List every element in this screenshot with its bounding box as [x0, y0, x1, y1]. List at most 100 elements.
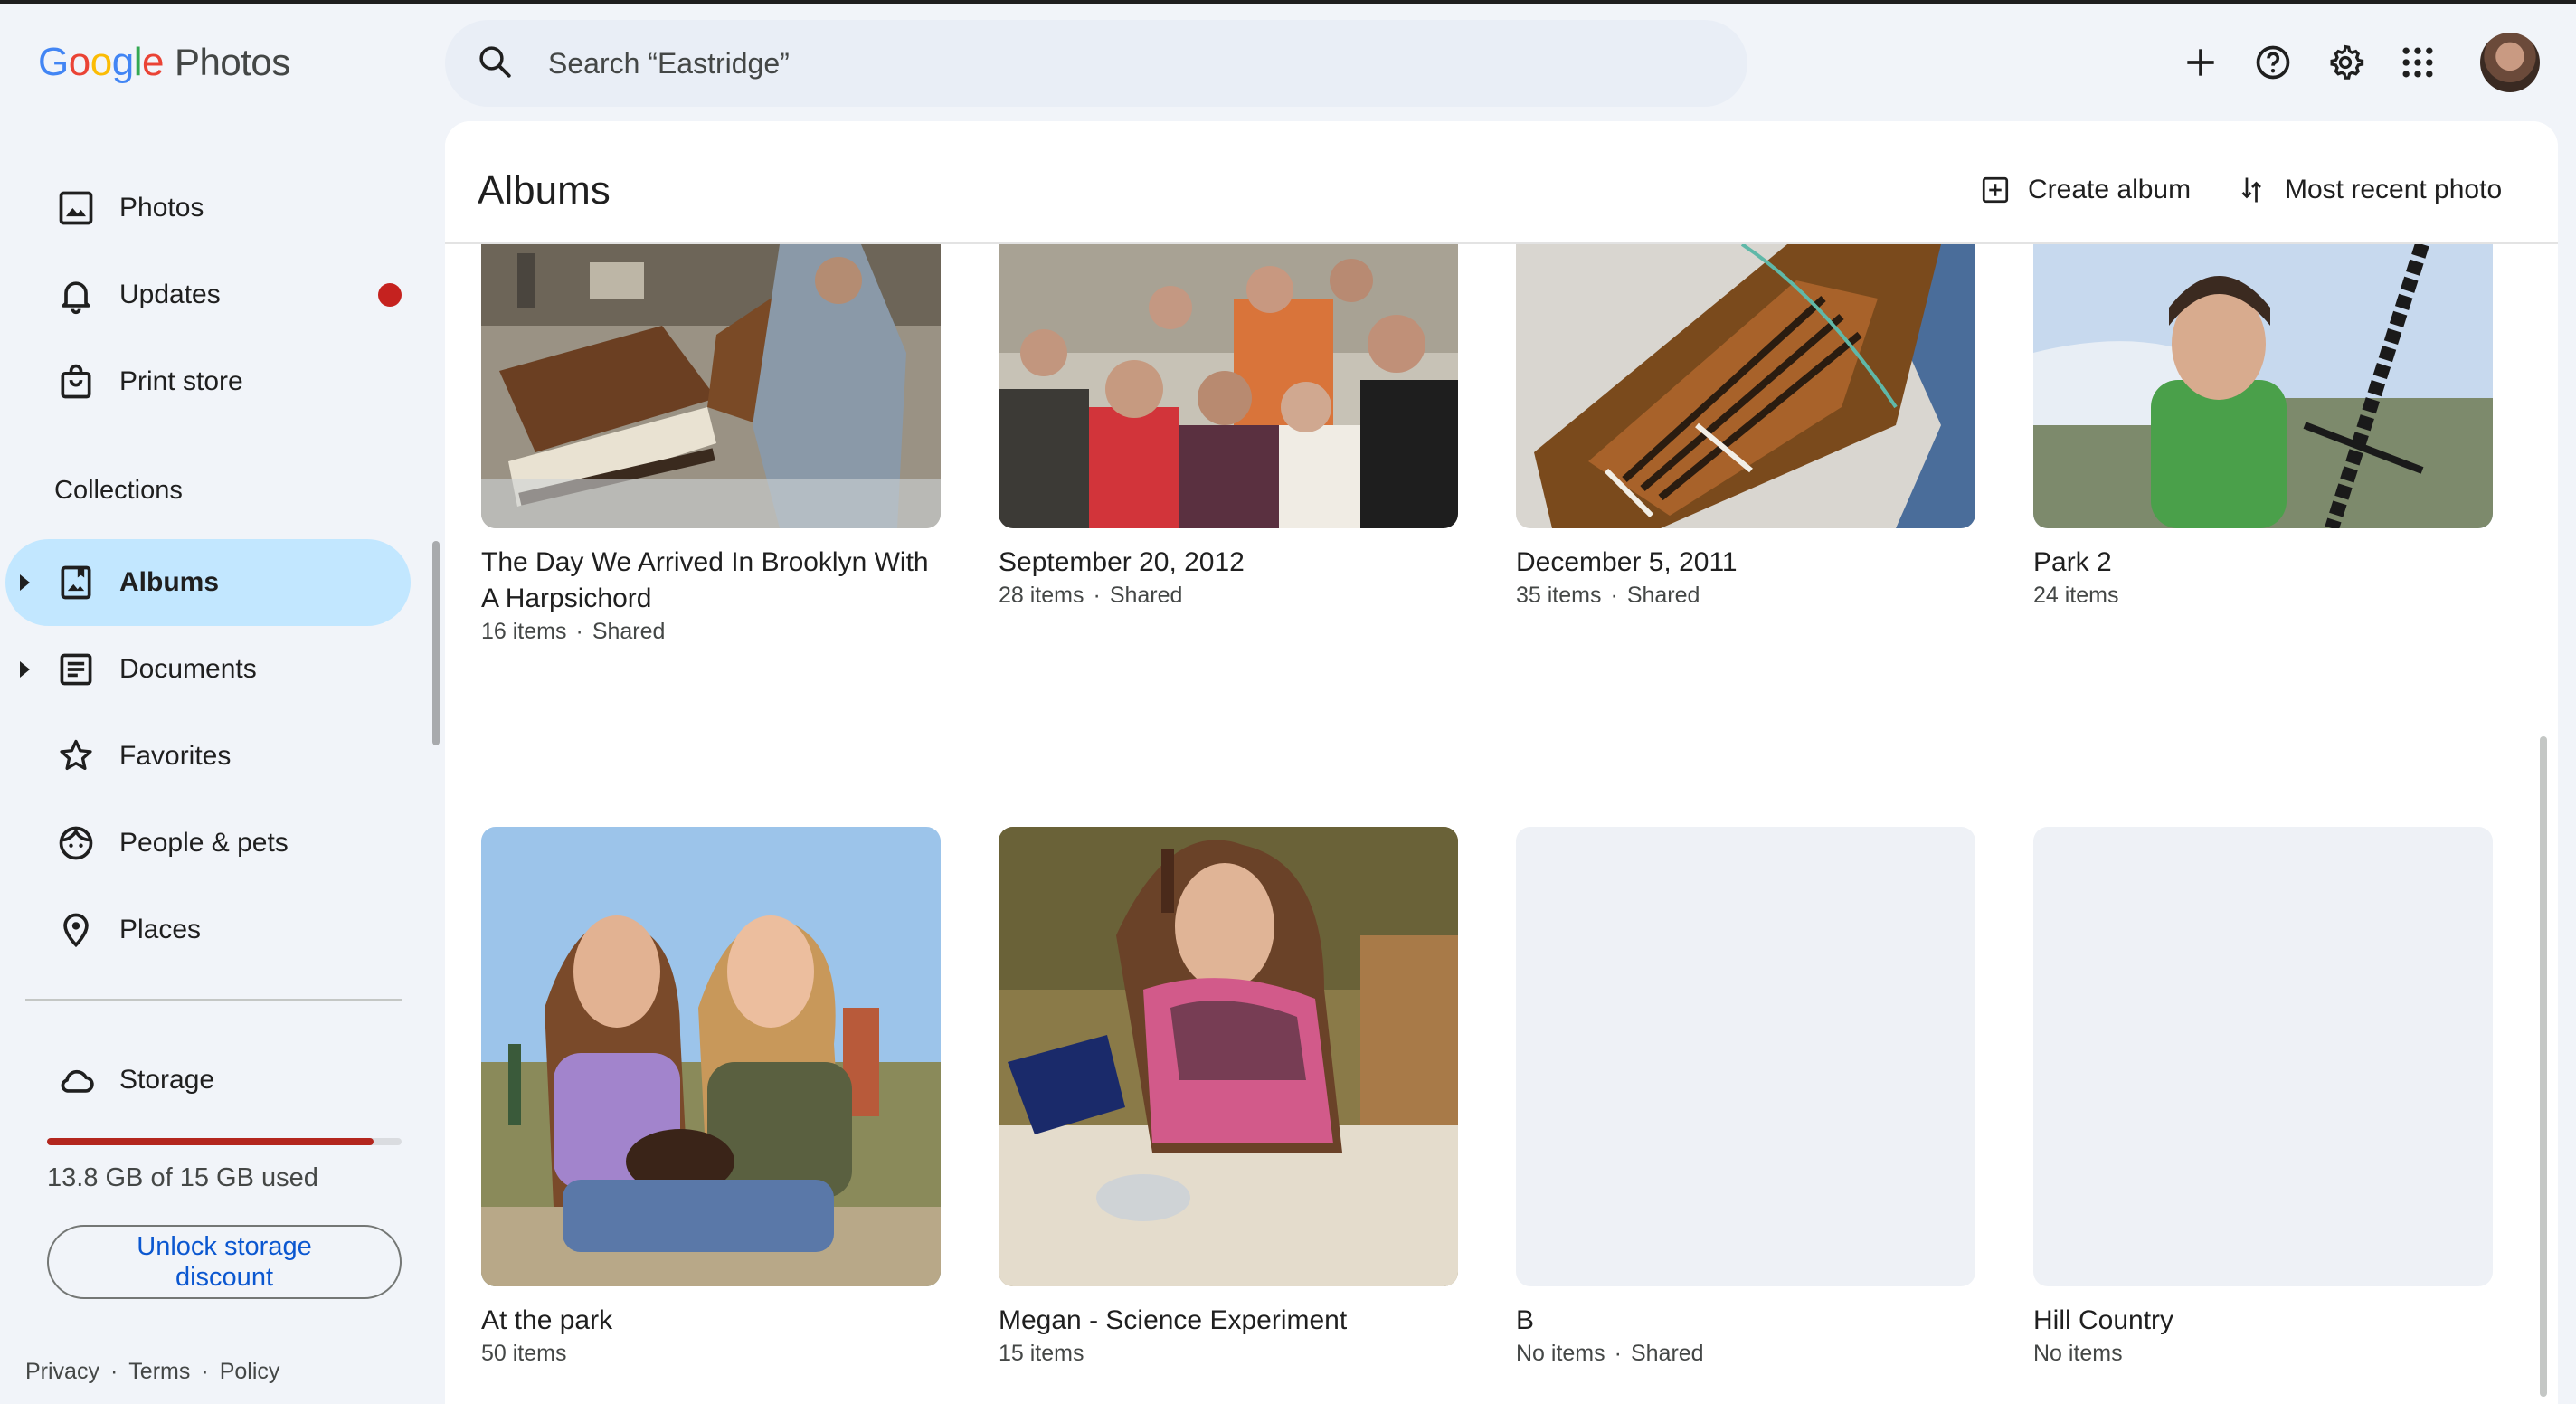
album-thumbnail-empty[interactable]	[1516, 827, 1975, 1286]
album-card[interactable]: December 5, 2011 35 items · Shared	[1516, 244, 1975, 609]
album-icon	[56, 563, 96, 602]
album-card[interactable]: B No items · Shared	[1516, 827, 1975, 1367]
footer-separator: ·	[109, 1359, 118, 1384]
help-icon[interactable]	[2252, 42, 2294, 83]
page-title: Albums	[478, 168, 611, 213]
album-title[interactable]: The Day We Arrived In Brooklyn With A Ha…	[481, 545, 941, 617]
storage-progress-bar	[47, 1138, 402, 1145]
sidebar-item-label: Favorites	[119, 741, 232, 771]
create-album-label: Create album	[2028, 175, 2192, 204]
album-title[interactable]: B	[1516, 1303, 1975, 1339]
meta-separator: ·	[1614, 1341, 1622, 1366]
album-title[interactable]: December 5, 2011	[1516, 545, 1975, 581]
sidebar-item-storage[interactable]: Storage	[0, 1037, 412, 1124]
add-box-icon	[1982, 176, 2009, 204]
album-count: 50 items	[481, 1341, 567, 1366]
album-shared: Shared	[1626, 583, 1700, 608]
sidebar-item-label: Photos	[119, 193, 204, 223]
notification-badge	[378, 283, 402, 307]
album-meta: 35 items · Shared	[1516, 583, 1975, 609]
album-thumbnail-kitchen[interactable]	[999, 827, 1458, 1286]
sidebar-item-photos[interactable]: Photos	[0, 165, 412, 251]
unlock-storage-discount-button[interactable]: Unlock storage discount	[47, 1225, 402, 1299]
album-meta: 28 items · Shared	[999, 583, 1458, 609]
product-name: Photos	[174, 41, 290, 83]
album-thumbnail-swing[interactable]	[2033, 244, 2493, 528]
terms-link[interactable]: Terms	[128, 1359, 190, 1385]
album-shared: Shared	[1630, 1341, 1704, 1366]
album-card[interactable]: Hill Country No items	[2033, 827, 2493, 1367]
top-toolbar	[2180, 33, 2540, 92]
settings-icon[interactable]	[2325, 42, 2366, 83]
search-icon[interactable]	[476, 43, 514, 85]
album-thumbnail-empty[interactable]	[2033, 827, 2493, 1286]
album-card[interactable]: At the park 50 items	[481, 827, 941, 1367]
album-meta: No items	[2033, 1341, 2493, 1367]
policy-link[interactable]: Policy	[220, 1359, 280, 1385]
storage-usage-text: 13.8 GB of 15 GB used	[47, 1163, 318, 1192]
sort-button[interactable]: Most recent photo	[2236, 174, 2502, 206]
search-input[interactable]: Search “Eastridge”	[548, 47, 790, 81]
logo-letter: o	[90, 40, 112, 84]
sidebar-item-favorites[interactable]: Favorites	[0, 713, 412, 800]
album-count: 35 items	[1516, 583, 1602, 608]
sidebar-item-label: Print store	[119, 366, 243, 396]
logo-letter: o	[68, 40, 90, 84]
album-count: 28 items	[999, 583, 1084, 608]
apps-grid-icon[interactable]	[2397, 42, 2439, 83]
collections-heading: Collections	[54, 476, 183, 505]
album-meta: 16 items · Shared	[481, 619, 941, 645]
window-top-border	[0, 0, 2576, 4]
logo-letter: g	[111, 40, 134, 84]
sidebar-item-updates[interactable]: Updates	[0, 251, 412, 338]
sidebar-item-print-store[interactable]: Print store	[0, 338, 412, 425]
album-shared: Shared	[1109, 583, 1183, 608]
expand-caret-icon[interactable]	[20, 661, 30, 678]
sidebar-item-people-pets[interactable]: People & pets	[0, 800, 412, 887]
album-count: 16 items	[481, 619, 567, 644]
sidebar-item-albums[interactable]: Albums	[5, 539, 411, 626]
album-card[interactable]: Megan - Science Experiment 15 items	[999, 827, 1458, 1367]
album-card[interactable]: Park 2 24 items	[2033, 244, 2493, 609]
photo-icon	[56, 188, 96, 228]
create-album-button[interactable]: Create album	[1979, 174, 2191, 206]
album-card[interactable]: September 20, 2012 28 items · Shared	[999, 244, 1458, 609]
album-count: 15 items	[999, 1341, 1084, 1366]
sort-label: Most recent photo	[2285, 175, 2503, 204]
meta-separator: ·	[1610, 583, 1618, 608]
document-icon	[56, 650, 96, 689]
storage-progress-fill	[47, 1138, 374, 1145]
album-card[interactable]: The Day We Arrived In Brooklyn With A Ha…	[481, 244, 941, 645]
albums-header: Albums Create album Most recent photo	[445, 121, 2558, 244]
logo-letter: e	[141, 40, 164, 84]
footer-links: Privacy · Terms · Policy	[25, 1359, 279, 1385]
album-shared: Shared	[592, 619, 666, 644]
shopping-bag-icon	[56, 362, 96, 402]
sidebar-scrollbar[interactable]	[432, 541, 440, 745]
album-meta: No items · Shared	[1516, 1341, 1975, 1367]
sidebar-item-documents[interactable]: Documents	[0, 626, 412, 713]
sidebar-item-label: Documents	[119, 654, 257, 684]
album-title[interactable]: Park 2	[2033, 545, 2493, 581]
sidebar-item-label: Places	[119, 915, 202, 944]
star-icon	[56, 736, 96, 776]
sidebar-item-label: Updates	[119, 280, 221, 309]
main-scrollbar[interactable]	[2540, 736, 2547, 1397]
album-count: No items	[2033, 1341, 2123, 1366]
album-thumbnail-girls[interactable]	[481, 827, 941, 1286]
album-count: 24 items	[2033, 583, 2119, 608]
album-thumbnail-harpsichord[interactable]	[481, 244, 941, 528]
album-title[interactable]: Hill Country	[2033, 1303, 2493, 1339]
album-title[interactable]: September 20, 2012	[999, 545, 1458, 581]
album-thumbnail-group[interactable]	[999, 244, 1458, 528]
expand-caret-icon[interactable]	[20, 574, 30, 591]
album-title[interactable]: Megan - Science Experiment	[999, 1303, 1458, 1339]
privacy-link[interactable]: Privacy	[25, 1359, 99, 1385]
google-photos-logo[interactable]: Go o g l e Photos	[38, 40, 290, 87]
album-thumbnail-instrument[interactable]	[1516, 244, 1975, 528]
account-avatar[interactable]	[2480, 33, 2540, 92]
search-bar[interactable]: Search “Eastridge”	[445, 20, 1747, 107]
sidebar-item-places[interactable]: Places	[0, 887, 412, 973]
plus-icon[interactable]	[2180, 42, 2221, 83]
album-title[interactable]: At the park	[481, 1303, 941, 1339]
